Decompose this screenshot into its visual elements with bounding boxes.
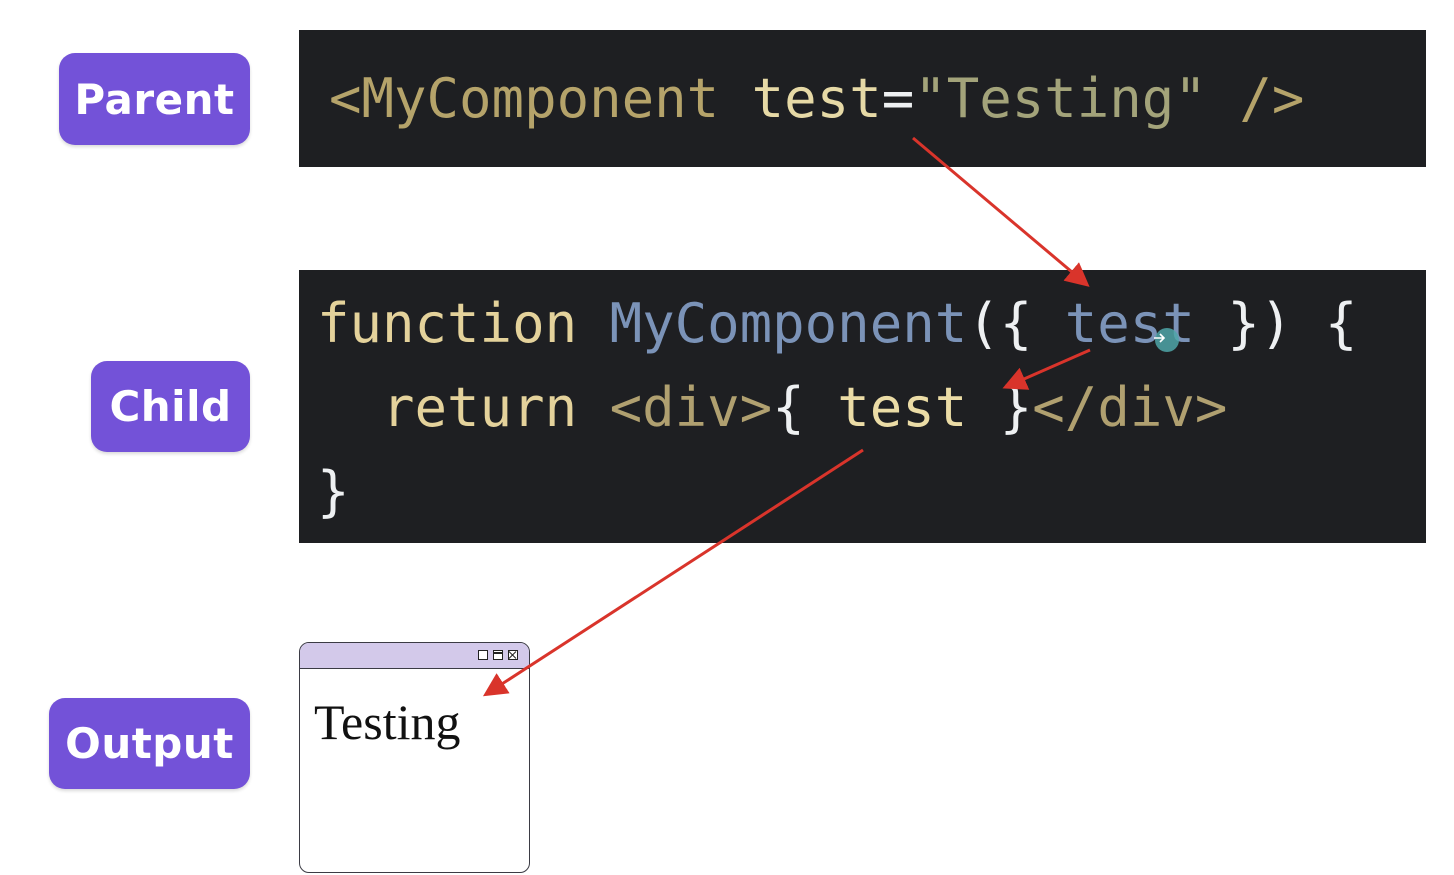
- child-final-brace: }: [317, 460, 350, 523]
- parent-attr-name: test: [751, 67, 882, 130]
- parent-label: Parent: [59, 53, 250, 145]
- child-function-name: MyComponent: [609, 292, 968, 355]
- parent-attr-value: "Testing": [914, 67, 1207, 130]
- parent-tag-close: />: [1239, 67, 1305, 130]
- child-code-line-2: return <div>{ test }</div>: [317, 366, 1426, 450]
- child-code-line-1: function MyComponent({ test }) {: [317, 282, 1426, 366]
- window-titlebar: [300, 643, 529, 669]
- output-text: Testing: [314, 694, 461, 750]
- child-code-line-3: }: [317, 450, 1426, 534]
- maximize-icon[interactable]: [493, 650, 503, 660]
- close-icon[interactable]: [508, 650, 518, 660]
- child-var-test: test: [837, 376, 968, 439]
- child-param-test: test: [1064, 292, 1195, 355]
- child-jsx-brace-open: {: [772, 376, 805, 439]
- child-open-brace: ({: [967, 292, 1033, 355]
- child-label: Child: [91, 361, 250, 452]
- output-window: Testing: [299, 642, 530, 873]
- child-div-close: </div>: [1032, 376, 1228, 439]
- child-function-keyword: function: [317, 292, 578, 355]
- child-jsx-brace-close: }: [999, 376, 1033, 439]
- output-label: Output: [49, 698, 250, 789]
- parent-tag-open: <MyComponent: [329, 67, 720, 130]
- child-code-block: function MyComponent({ test }) { return …: [299, 270, 1426, 543]
- child-div-open: <div>: [609, 376, 773, 439]
- parent-code-block: <MyComponent test="Testing" />: [299, 30, 1426, 167]
- child-close-brace: }) {: [1227, 292, 1358, 355]
- parent-equals: =: [881, 67, 915, 130]
- child-return-keyword: return: [382, 376, 578, 439]
- minimize-icon[interactable]: [478, 650, 488, 660]
